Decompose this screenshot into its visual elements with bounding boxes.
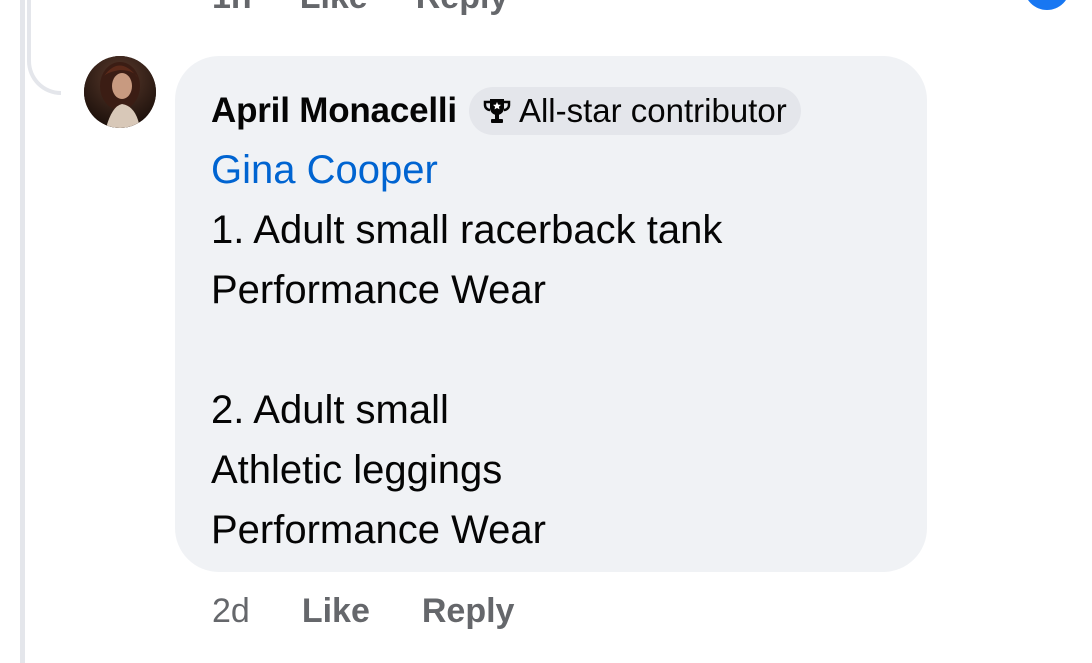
comment-line: 1. Adult small racerback tank (211, 208, 723, 252)
trophy-icon (481, 95, 513, 127)
comment-line: Performance Wear (211, 268, 546, 312)
badge-label: All-star contributor (518, 92, 787, 129)
comment-line: 2. Adult small (211, 388, 449, 432)
comment-line: Athletic leggings (211, 448, 503, 492)
reaction-icon[interactable] (1024, 0, 1070, 10)
comment-thread: 1h Like Reply April Monacelli (0, 0, 1092, 663)
comment-header: April Monacelli All-star contributor (211, 86, 891, 136)
comment-line (211, 320, 891, 380)
comment-bubble: April Monacelli All-star contributor Gin… (175, 56, 927, 572)
like-button[interactable]: Like (302, 592, 370, 631)
previous-reply-button[interactable]: Reply (416, 0, 509, 17)
reply-button[interactable]: Reply (422, 592, 515, 631)
mention-link[interactable]: Gina Cooper (211, 140, 891, 200)
comment-timestamp[interactable]: 2d (212, 592, 250, 631)
avatar[interactable] (84, 56, 156, 128)
comment-text: 1. Adult small racerback tank Performanc… (211, 200, 891, 560)
previous-like-button[interactable]: Like (300, 0, 368, 17)
thread-connector (27, 0, 61, 95)
previous-comment-time: 1h (212, 0, 252, 17)
previous-comment-actions: 1h Like Reply (212, 0, 508, 17)
thread-line (20, 0, 25, 663)
contributor-badge[interactable]: All-star contributor (468, 87, 801, 135)
comment-actions: 2d Like Reply (212, 588, 566, 634)
comment-line: Performance Wear (211, 508, 546, 552)
author-name[interactable]: April Monacelli (211, 91, 457, 131)
